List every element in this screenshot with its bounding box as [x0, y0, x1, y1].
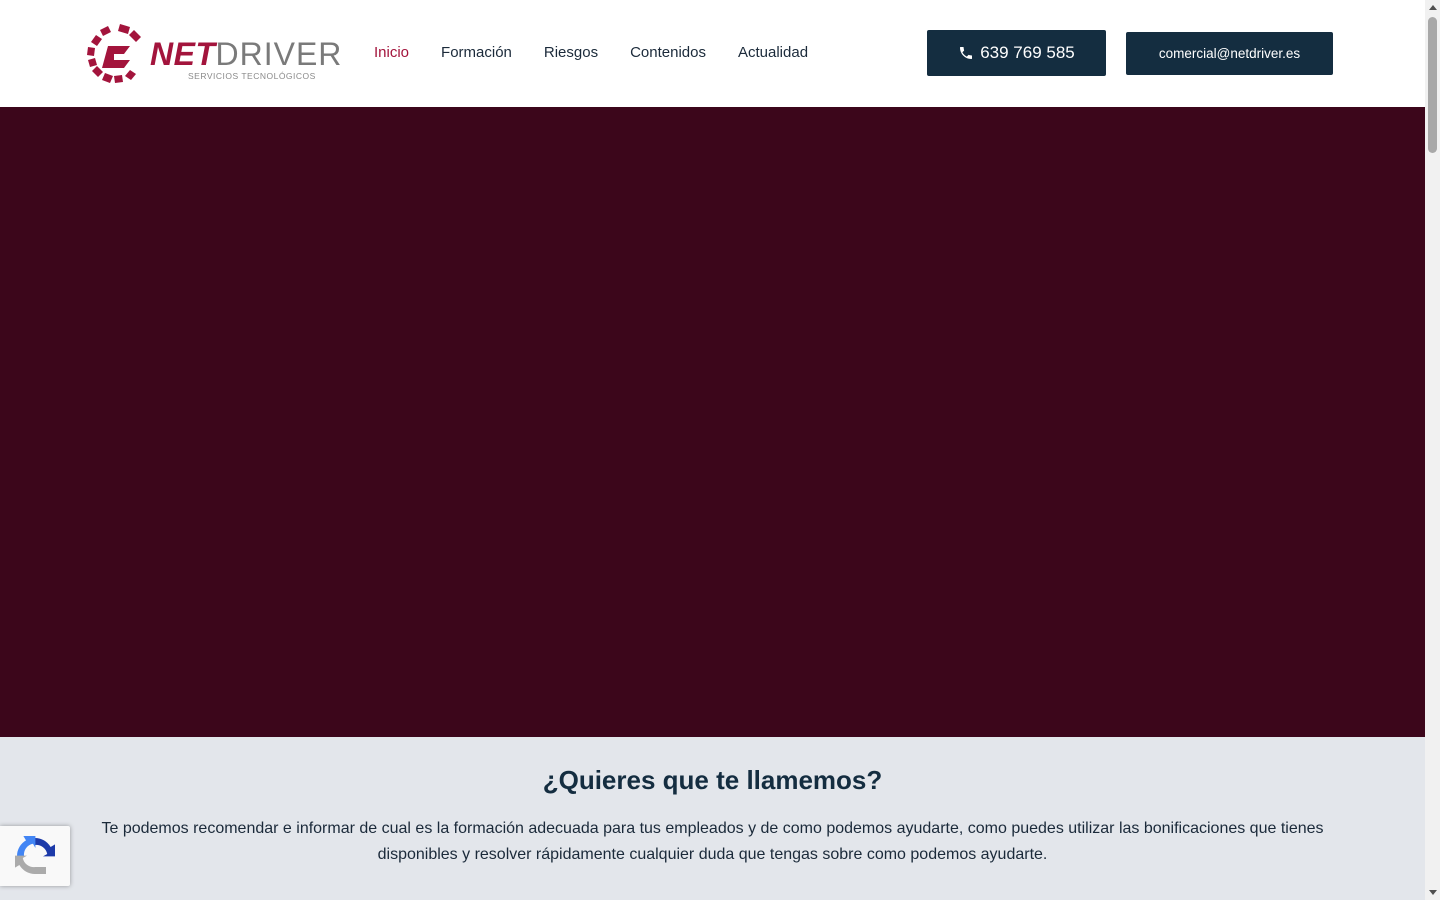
- phone-button[interactable]: 639 769 585: [927, 30, 1106, 76]
- email-address: comercial@netdriver.es: [1158, 46, 1301, 61]
- netdriver-logo[interactable]: NETDRIVER SERVICIOS TECNOLÓGICOS: [86, 22, 341, 86]
- callback-section: ¿Quieres que te llamemos? Te podemos rec…: [0, 737, 1425, 900]
- recaptcha-badge[interactable]: [0, 826, 70, 886]
- callback-title: ¿Quieres que te llamemos?: [542, 765, 883, 795]
- page-scrollbar[interactable]: [1425, 0, 1440, 900]
- logo-driver-text: DRIVER: [215, 36, 343, 72]
- hero-banner: [0, 107, 1425, 737]
- logo-mark-icon: [87, 24, 141, 83]
- nav-item-contenidos[interactable]: Contenidos: [614, 40, 722, 66]
- callback-text: Te podemos recomendar e informar de cual…: [101, 820, 1324, 863]
- page-viewport: NETDRIVER SERVICIOS TECNOLÓGICOS Inicio …: [0, 0, 1425, 900]
- main-nav: Inicio Formación Riesgos Contenidos Actu…: [358, 40, 824, 66]
- phone-number: 639 769 585: [980, 43, 1075, 62]
- nav-item-actualidad[interactable]: Actualidad: [722, 40, 824, 66]
- phone-icon: [960, 47, 973, 59]
- logo-wordmark: NETDRIVER: [150, 38, 342, 70]
- site-header: NETDRIVER SERVICIOS TECNOLÓGICOS Inicio …: [0, 0, 1425, 107]
- logo-tagline: SERVICIOS TECNOLÓGICOS: [188, 71, 316, 81]
- recaptcha-icon: [15, 836, 55, 874]
- nav-item-riesgos[interactable]: Riesgos: [528, 40, 614, 66]
- nav-item-formacion[interactable]: Formación: [425, 40, 528, 66]
- email-button[interactable]: comercial@netdriver.es: [1126, 32, 1333, 75]
- scroll-thumb[interactable]: [1428, 17, 1437, 153]
- scroll-down-icon[interactable]: [1425, 885, 1440, 900]
- logo-net-text: NET: [150, 36, 216, 72]
- scroll-up-icon[interactable]: [1425, 0, 1440, 15]
- nav-item-inicio[interactable]: Inicio: [358, 40, 425, 66]
